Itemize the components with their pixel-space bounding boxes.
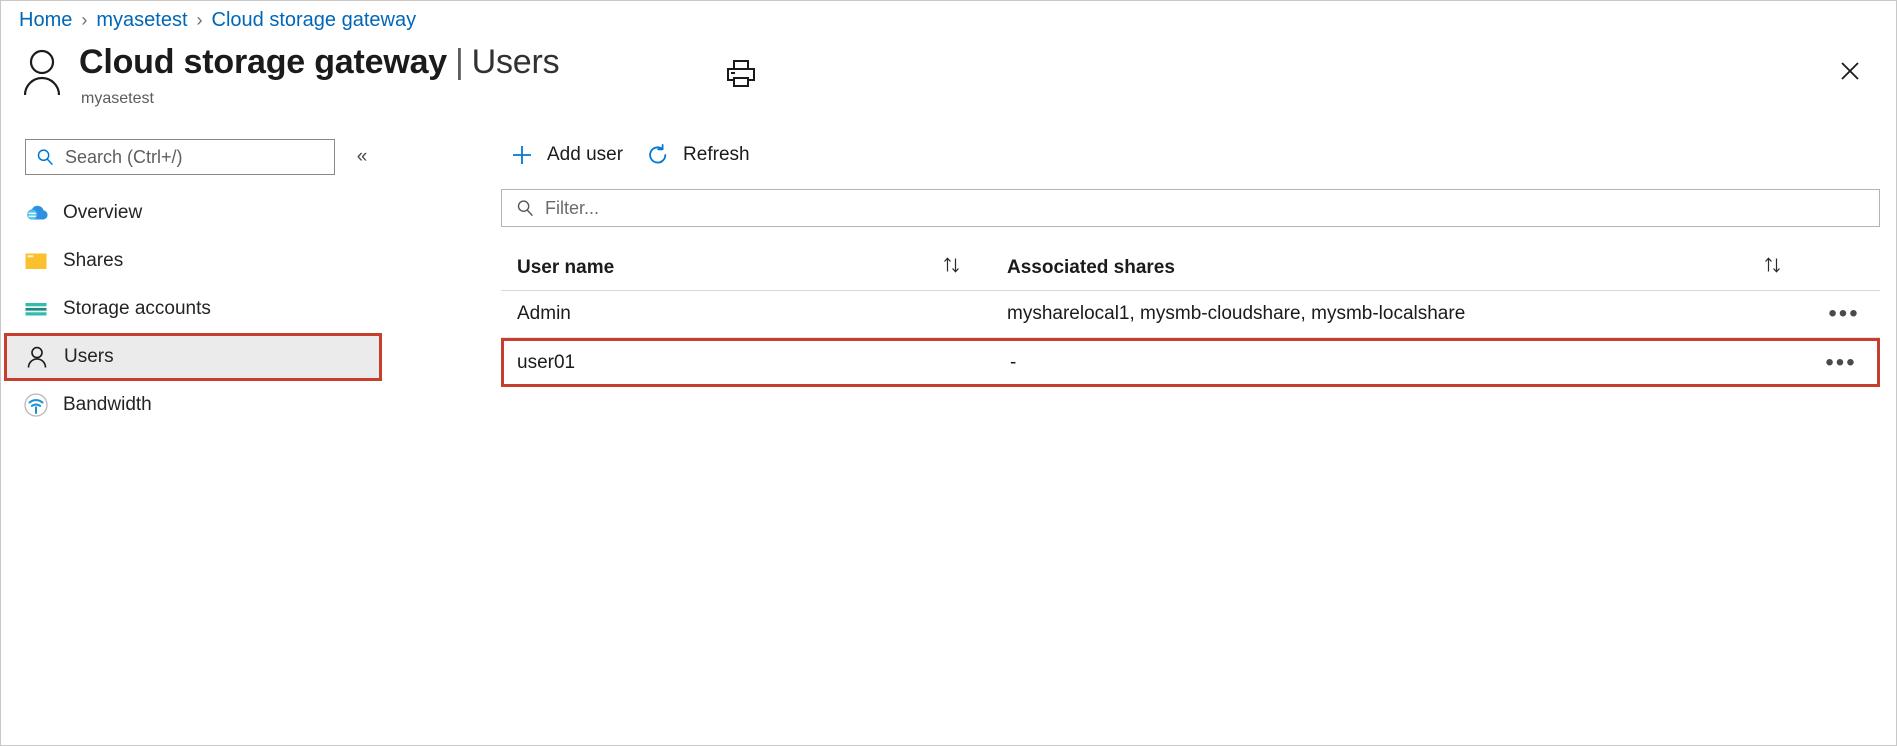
page-title: Cloud storage gateway|Users <box>79 43 559 82</box>
refresh-icon <box>645 142 671 168</box>
page-title-section: Users <box>472 43 560 81</box>
filter-box[interactable] <box>501 189 1880 227</box>
blade-header: Cloud storage gateway|Users myasetest <box>1 43 1896 115</box>
person-icon <box>24 344 50 370</box>
refresh-button[interactable]: Refresh <box>637 135 764 175</box>
sidebar-item-shares[interactable]: Shares <box>1 237 479 285</box>
sidebar-item-label: Storage accounts <box>63 298 211 320</box>
cell-associated-shares: mysharelocal1, mysmb-cloudshare, mysmb-l… <box>967 303 1738 325</box>
blade-left-pane: « Overview <box>1 125 479 745</box>
storage-account-icon <box>23 296 49 322</box>
sidebar-item-bandwidth[interactable]: Bandwidth <box>1 381 479 429</box>
breadcrumb: Home › myasetest › Cloud storage gateway <box>19 5 416 35</box>
sidebar-item-label: Overview <box>63 202 142 224</box>
add-user-label: Add user <box>547 144 623 166</box>
table-row[interactable]: user01 - ••• <box>501 338 1880 387</box>
folder-icon <box>23 248 49 274</box>
sidebar-item-users[interactable]: Users <box>4 333 382 381</box>
close-icon[interactable] <box>1832 53 1868 89</box>
sidebar-item-overview[interactable]: Overview <box>1 189 479 237</box>
page-subtitle: myasetest <box>81 90 154 108</box>
person-icon <box>21 47 63 97</box>
plus-icon <box>509 142 535 168</box>
sidebar-nav: Overview Shares <box>1 189 479 429</box>
command-bar: Add user Refresh <box>501 133 764 177</box>
filter-input[interactable] <box>543 197 1879 220</box>
page-title-separator: | <box>455 43 464 81</box>
collapse-pane-button[interactable]: « <box>349 145 375 169</box>
azure-portal-blade: Home › myasetest › Cloud storage gateway… <box>0 0 1897 746</box>
add-user-button[interactable]: Add user <box>501 135 637 175</box>
page-title-resource: Cloud storage gateway <box>79 43 447 81</box>
cell-associated-shares: - <box>970 352 1735 374</box>
sidebar-item-label: Shares <box>63 250 123 272</box>
print-icon[interactable] <box>724 56 758 90</box>
sort-updown-icon[interactable] <box>937 255 967 280</box>
sort-updown-icon[interactable] <box>1738 255 1808 280</box>
cell-user-name: user01 <box>504 352 940 374</box>
row-context-menu-button[interactable]: ••• <box>1808 309 1880 319</box>
breadcrumb-separator: › <box>197 10 203 31</box>
users-table: User name Associated shares <box>501 245 1880 387</box>
sidebar-search[interactable] <box>25 139 335 175</box>
column-header-associated-shares: Associated shares <box>967 257 1738 279</box>
sidebar-item-label: Bandwidth <box>63 394 152 416</box>
search-icon <box>36 148 54 166</box>
table-header-row: User name Associated shares <box>501 245 1880 291</box>
breadcrumb-item-myasetest[interactable]: myasetest <box>96 9 187 32</box>
bandwidth-icon <box>23 392 49 418</box>
breadcrumb-separator: › <box>81 10 87 31</box>
table-row[interactable]: Admin mysharelocal1, mysmb-cloudshare, m… <box>501 291 1880 338</box>
search-input[interactable] <box>63 146 317 169</box>
cell-user-name: Admin <box>501 303 937 325</box>
row-context-menu-button[interactable]: ••• <box>1805 358 1877 368</box>
sidebar-item-label: Users <box>64 346 114 368</box>
blade-content: Add user Refresh <box>501 125 1880 745</box>
search-icon <box>516 199 534 217</box>
sidebar-item-storage-accounts[interactable]: Storage accounts <box>1 285 479 333</box>
cloud-icon <box>23 200 49 226</box>
refresh-label: Refresh <box>683 144 750 166</box>
breadcrumb-item-home[interactable]: Home <box>19 9 72 32</box>
column-header-user-name: User name <box>501 257 937 279</box>
breadcrumb-item-cloud-storage-gateway[interactable]: Cloud storage gateway <box>212 9 417 32</box>
